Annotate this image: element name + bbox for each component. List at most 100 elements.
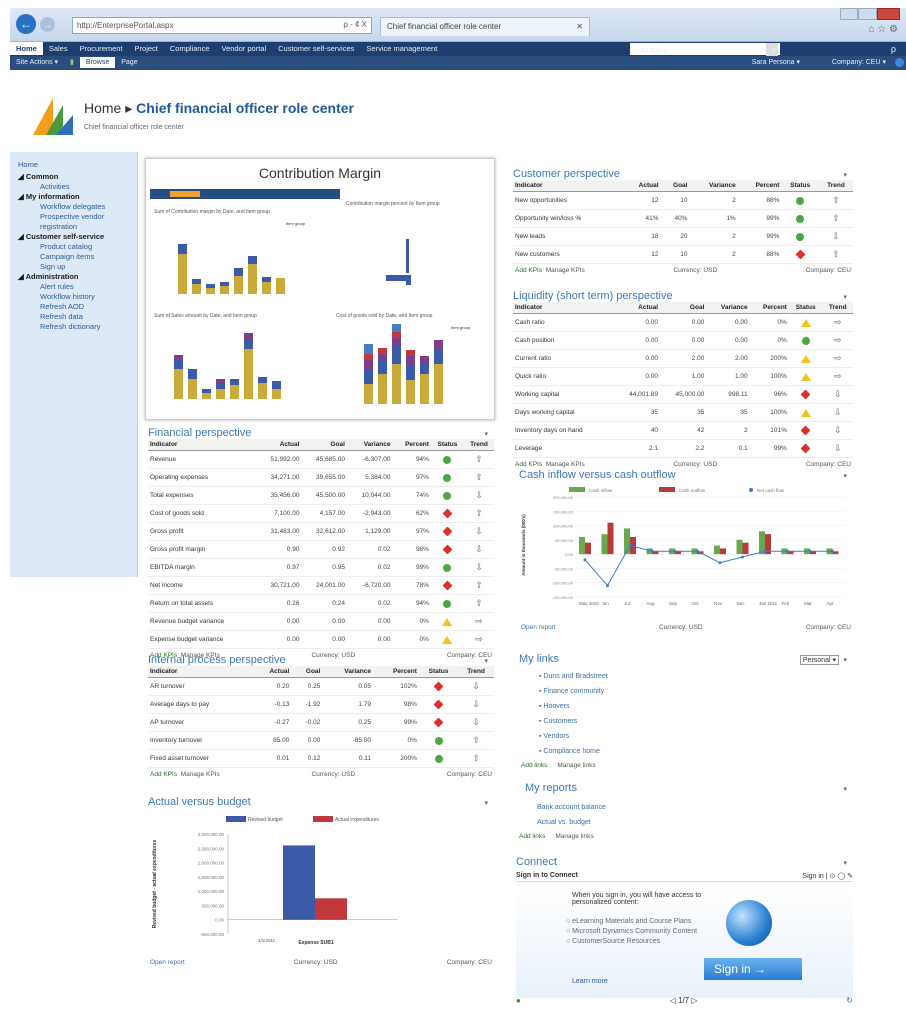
ribbon-edit-icon[interactable]: ▮: [64, 56, 80, 68]
toolbar-icons[interactable]: ⌂ ☆ ⚙: [868, 24, 898, 35]
nav-compliance[interactable]: Compliance: [164, 42, 216, 55]
kpi-header-cell: Percent: [373, 666, 419, 678]
leftnav-item[interactable]: Workflow delegates: [18, 202, 129, 212]
pager[interactable]: ◁ 1/7 ▷: [670, 996, 698, 1005]
chart-bar: [406, 275, 411, 285]
kpi-header-cell: Trend: [822, 302, 853, 314]
kpi-value: 40%: [660, 209, 690, 228]
nav-project[interactable]: Project: [129, 42, 164, 55]
webpart-menu-icon[interactable]: ▾: [484, 799, 488, 807]
chart-bar: [206, 288, 215, 294]
kpi-header-cell: Actual: [252, 666, 292, 678]
back-button[interactable]: ←: [16, 14, 36, 34]
leftnav-item[interactable]: Workflow history: [18, 292, 129, 302]
manage-kpis-link[interactable]: Manage KPIs: [546, 267, 585, 274]
personal-view-select[interactable]: Personal ▾: [799, 655, 839, 665]
tab-close-icon[interactable]: ✕: [576, 22, 583, 31]
chevron-down-icon[interactable]: ▾: [766, 43, 778, 56]
connect-header: Sign in to Connect Sign in | ⊙ ◯ ✎: [516, 872, 853, 882]
manage-links-link[interactable]: Manage links: [555, 833, 593, 840]
forward-button[interactable]: →: [40, 17, 55, 32]
webpart-menu-icon[interactable]: ▾: [843, 472, 847, 480]
address-bar[interactable]: http://EnterprisePortal.aspx ρ - ¢ X: [72, 17, 372, 34]
manage-links-link[interactable]: Manage links: [557, 762, 595, 769]
link-item[interactable]: ▪ Finance community: [519, 684, 853, 699]
link-item[interactable]: ▪ Compliance home: [519, 744, 853, 759]
webpart-menu-icon[interactable]: ▾: [484, 430, 488, 438]
maximize-icon[interactable]: [858, 8, 877, 20]
leftnav-item[interactable]: Home: [18, 160, 129, 170]
link-item[interactable]: ▪ Vendors: [519, 729, 853, 744]
add-kpis-link[interactable]: Add KPIs: [515, 461, 542, 468]
leftnav-item[interactable]: Refresh data: [18, 312, 129, 322]
address-actions[interactable]: ρ - ¢ X: [343, 20, 367, 29]
nav-vendor-portal[interactable]: Vendor portal: [216, 42, 273, 55]
close-icon[interactable]: [876, 8, 900, 20]
webpart-menu-icon[interactable]: ▾: [843, 293, 847, 301]
leftnav-item[interactable]: Campaign items: [18, 252, 129, 262]
x-tick-label: Feb: [782, 601, 790, 606]
tab-page[interactable]: Page: [115, 57, 143, 68]
leftnav-item[interactable]: Activities: [18, 182, 129, 192]
link-item[interactable]: ▪ Customers: [519, 714, 853, 729]
webpart-menu-icon[interactable]: ▾: [843, 656, 847, 664]
nav-customer-self-services[interactable]: Customer self-services: [272, 42, 360, 55]
leftnav-item[interactable]: Prospective vendor registration: [18, 212, 129, 232]
open-report-link[interactable]: Open report: [150, 959, 185, 966]
help-icon[interactable]: [895, 58, 904, 67]
breadcrumb-home[interactable]: Home: [84, 100, 121, 116]
kpi-value: 32,612.00: [301, 522, 347, 541]
leftnav-item[interactable]: Refresh dictionary: [18, 322, 129, 332]
link-item[interactable]: ▪ Duns and Bradstreet: [519, 669, 853, 684]
tab-browse[interactable]: Browse: [79, 57, 116, 68]
link-item[interactable]: Bank account balance: [525, 800, 853, 815]
leftnav-item[interactable]: Alert rules: [18, 282, 129, 292]
webpart-menu-icon[interactable]: ▾: [843, 859, 847, 867]
webpart-menu-icon[interactable]: ▾: [484, 657, 488, 665]
kpi-value: 74%: [392, 486, 431, 505]
webpart-menu-icon[interactable]: ▾: [843, 171, 847, 179]
window-controls[interactable]: [840, 8, 900, 20]
play-icon[interactable]: ●: [516, 996, 521, 1005]
leftnav-item[interactable]: ◢ My information: [18, 192, 129, 202]
breadcrumb: Home ▸ Chief financial officer role cent…: [84, 100, 354, 117]
leftnav-item[interactable]: ◢ Administration: [18, 272, 129, 282]
link-item[interactable]: Actual vs. budget: [525, 815, 853, 830]
chart-bar: [178, 244, 187, 254]
chart-bar: [406, 356, 415, 366]
link-item[interactable]: ▪ Hoovers: [519, 699, 853, 714]
site-scope-select[interactable]: All Sites ▾: [630, 43, 780, 56]
add-kpis-link[interactable]: Add KPIs: [150, 771, 177, 778]
user-menu[interactable]: Sara Persona ▾: [746, 56, 806, 68]
kpi-indicator: New opportunities: [513, 191, 624, 210]
site-actions-menu[interactable]: Site Actions ▾: [10, 56, 64, 68]
refresh-icon[interactable]: ↻: [846, 996, 853, 1005]
webpart-menu-icon[interactable]: ▾: [843, 785, 847, 793]
nav-procurement[interactable]: Procurement: [74, 42, 129, 55]
url-text: http://EnterprisePortal.aspx: [77, 21, 174, 30]
company-menu[interactable]: Company: CEU ▾: [826, 56, 892, 68]
chart-bar: [220, 282, 229, 286]
browser-tab[interactable]: Chief financial officer role center ✕: [380, 17, 590, 36]
manage-kpis-link[interactable]: Manage KPIs: [181, 771, 220, 778]
leftnav-item[interactable]: Sign up: [18, 262, 129, 272]
manage-kpis-link[interactable]: Manage KPIs: [546, 461, 585, 468]
chart-toolbar[interactable]: [150, 189, 340, 199]
nav-sales[interactable]: Sales: [43, 42, 74, 55]
leftnav-item[interactable]: Refresh AOD: [18, 302, 129, 312]
add-links-link[interactable]: Add links: [519, 833, 545, 840]
add-links-link[interactable]: Add links: [521, 762, 547, 769]
minimize-icon[interactable]: [840, 8, 859, 20]
sign-in-button[interactable]: Sign in →: [704, 958, 802, 980]
leftnav-item[interactable]: ◢ Common: [18, 172, 129, 182]
learn-more-link[interactable]: Learn more: [572, 978, 608, 985]
nav-service-management[interactable]: Service management: [360, 42, 443, 55]
search-icon[interactable]: ρ: [885, 42, 902, 56]
kpi-header-cell: Status: [788, 302, 823, 314]
open-report-link[interactable]: Open report: [521, 624, 556, 631]
nav-home[interactable]: Home: [10, 42, 43, 55]
leftnav-item[interactable]: ◢ Customer self-service: [18, 232, 129, 242]
leftnav-item[interactable]: Product catalog: [18, 242, 129, 252]
add-kpis-link[interactable]: Add KPIs: [515, 267, 542, 274]
connect-signin-small[interactable]: Sign in | ⊙ ◯ ✎: [802, 872, 853, 880]
